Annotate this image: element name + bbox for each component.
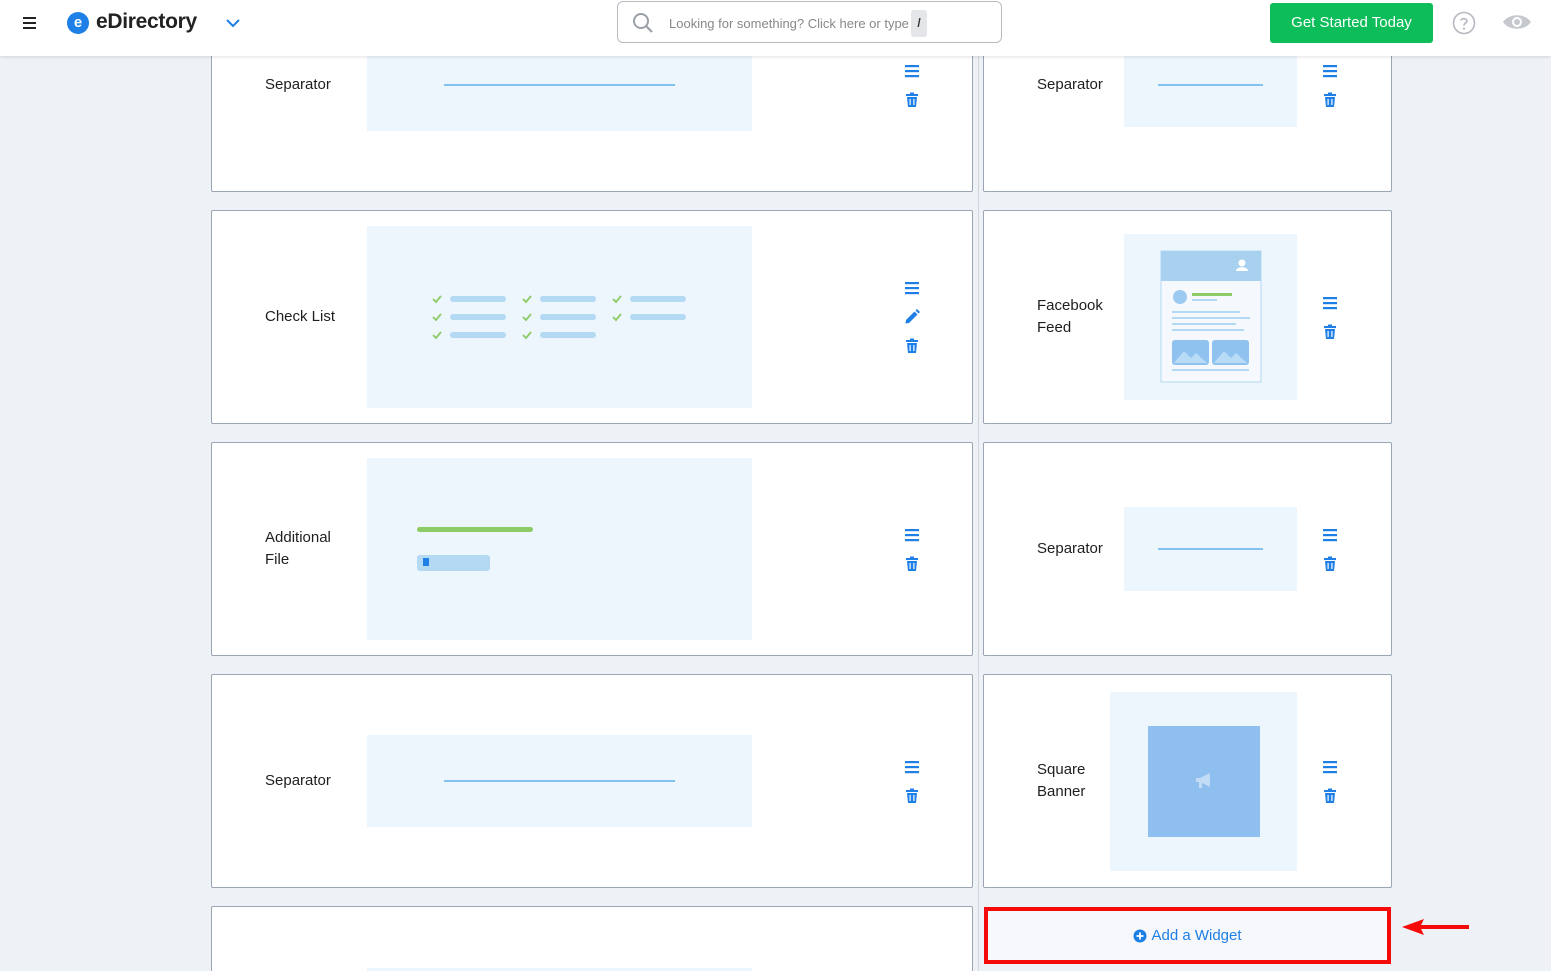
facebook-feed-illustration (1160, 250, 1262, 383)
widget-card-square-banner: Square Banner (983, 674, 1392, 888)
reorder-icon[interactable] (904, 280, 920, 296)
reorder-icon[interactable] (904, 63, 920, 79)
widget-label: Separator (1037, 76, 1103, 93)
reorder-icon[interactable] (1322, 759, 1338, 775)
widget-preview (367, 458, 752, 640)
reorder-icon[interactable] (1322, 295, 1338, 311)
reorder-icon[interactable] (1322, 63, 1338, 79)
logo-icon: e (67, 12, 89, 34)
help-icon[interactable] (1452, 11, 1476, 35)
pencil-icon[interactable] (904, 309, 920, 325)
widget-label: Separator (1037, 540, 1103, 557)
add-widget-label: Add a Widget (1151, 927, 1242, 944)
widget-preview (1124, 507, 1297, 591)
banner-placeholder (1148, 726, 1260, 837)
column-divider (978, 56, 979, 971)
trash-icon[interactable] (904, 338, 920, 354)
widget-card (211, 906, 973, 971)
widget-label: Square Banner (1037, 761, 1086, 800)
trash-icon[interactable] (1322, 556, 1338, 572)
trash-icon[interactable] (904, 788, 920, 804)
widget-label: Separator (265, 76, 331, 93)
trash-icon[interactable] (1322, 788, 1338, 804)
widget-card-facebook-feed: Facebook Feed (983, 210, 1392, 424)
widget-card-check-list: Check List (211, 210, 973, 424)
widget-label: Separator (265, 772, 331, 789)
eye-icon[interactable] (1502, 12, 1532, 32)
widget-card-separator: Separator (983, 442, 1392, 656)
trash-icon[interactable] (904, 92, 920, 108)
trash-icon[interactable] (1322, 92, 1338, 108)
reorder-icon[interactable] (904, 759, 920, 775)
checklist-illustration (432, 295, 686, 340)
chevron-down-icon[interactable] (224, 14, 242, 32)
widget-card-separator: Separator (983, 40, 1392, 192)
widget-label: Additional File (265, 529, 331, 568)
widget-label: Facebook Feed (1037, 297, 1103, 336)
top-bar: e eDirectory Looking for something? Clic… (0, 0, 1551, 56)
widget-preview (1110, 692, 1297, 871)
widget-card-separator: Separator (211, 674, 973, 888)
reorder-icon[interactable] (904, 527, 920, 543)
widget-preview (1124, 234, 1297, 400)
trash-icon[interactable] (904, 556, 920, 572)
widget-label: Check List (265, 308, 336, 325)
widget-card-separator: Separator (211, 40, 973, 192)
reorder-icon[interactable] (1322, 527, 1338, 543)
search-placeholder: Looking for something? Click here or typ… (669, 16, 909, 31)
plus-circle-icon (1133, 929, 1147, 942)
add-widget-content: Add a Widget (988, 911, 1387, 960)
menu-icon[interactable] (22, 16, 40, 30)
add-widget-button[interactable]: Add a Widget (984, 907, 1391, 964)
logo-text: eDirectory (96, 10, 197, 33)
get-started-button[interactable]: Get Started Today (1270, 3, 1433, 43)
search-icon (633, 13, 653, 33)
widget-card-additional-file: Additional File (211, 442, 973, 656)
search-input[interactable]: Looking for something? Click here or typ… (617, 1, 1002, 43)
megaphone-icon (1196, 773, 1210, 788)
widget-preview (367, 226, 752, 408)
file-illustration (417, 527, 533, 571)
annotation-arrow-icon (1402, 919, 1469, 935)
search-shortcut-key: / (911, 10, 927, 37)
trash-icon[interactable] (1322, 324, 1338, 340)
widget-preview (367, 735, 752, 827)
